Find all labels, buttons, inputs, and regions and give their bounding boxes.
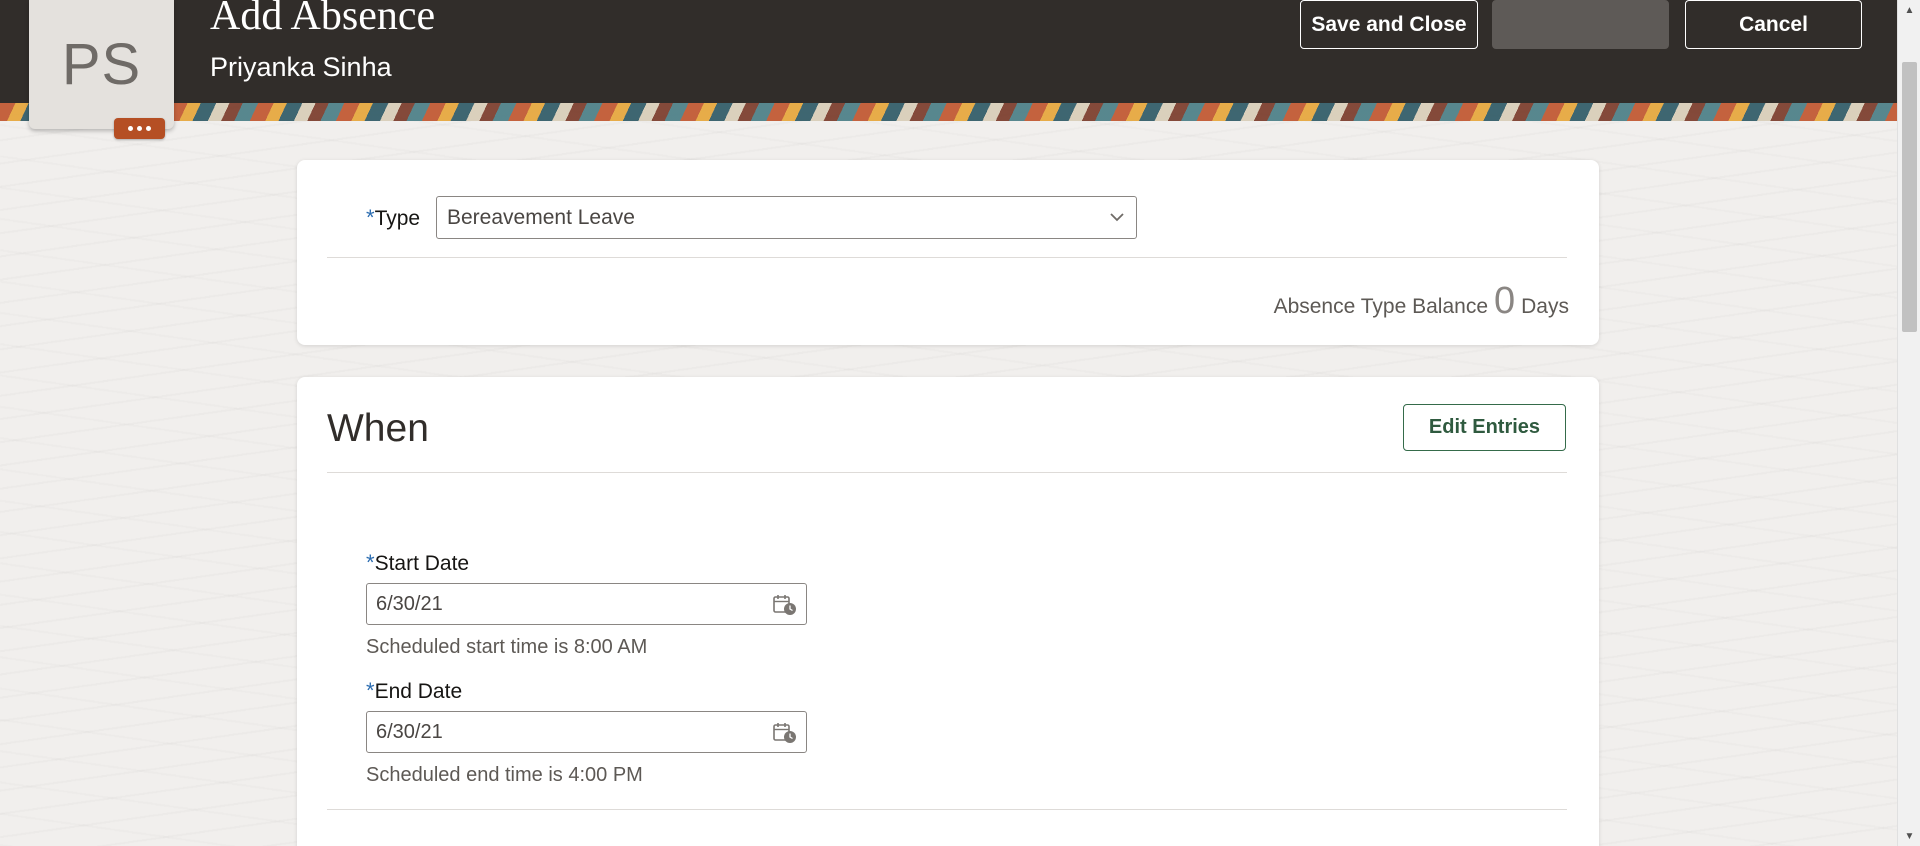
end-time-helper: Scheduled end time is 4:00 PM: [366, 764, 643, 786]
page-title: Add Absence: [210, 0, 436, 39]
scroll-down-arrow-icon[interactable]: ▼: [1898, 826, 1920, 846]
start-date-input[interactable]: 6/30/21: [366, 583, 807, 625]
absence-type-card: *Type Bereavement Leave Absence Type Bal…: [297, 160, 1599, 345]
section-title: When: [327, 407, 429, 450]
end-date-input[interactable]: 6/30/21: [366, 711, 807, 753]
decorative-banner: [0, 103, 1897, 121]
balance-label: Absence Type Balance: [1273, 295, 1488, 318]
chevron-down-icon: [1110, 213, 1124, 222]
start-date-value: 6/30/21: [376, 592, 443, 615]
absence-type-value: Bereavement Leave: [447, 205, 635, 229]
divider: [327, 809, 1567, 810]
when-card: When Edit Entries *Start Date 6/30/21 Sc…: [297, 377, 1599, 846]
cancel-button[interactable]: Cancel: [1685, 0, 1862, 49]
balance-unit: Days: [1521, 295, 1569, 318]
edit-entries-button[interactable]: Edit Entries: [1403, 404, 1566, 451]
divider: [327, 257, 1567, 258]
absence-type-balance: Absence Type Balance 0 Days: [1274, 280, 1569, 323]
calendar-icon[interactable]: [772, 721, 798, 745]
avatar-initials: PS: [61, 32, 142, 97]
scroll-up-arrow-icon[interactable]: ▲: [1898, 0, 1920, 20]
scroll-thumb[interactable]: [1902, 62, 1917, 332]
vertical-scrollbar[interactable]: ▲ ▼: [1897, 0, 1920, 846]
start-date-label: *Start Date: [366, 550, 470, 575]
avatar: PS: [29, 0, 174, 129]
required-indicator: *: [366, 550, 375, 575]
required-indicator: *: [366, 678, 375, 703]
required-indicator: *: [366, 205, 375, 230]
page-header: Add Absence Priyanka Sinha Save and Clos…: [0, 0, 1897, 103]
balance-value: 0: [1494, 280, 1516, 322]
ellipsis-icon[interactable]: [114, 118, 165, 139]
calendar-icon[interactable]: [772, 593, 798, 617]
divider: [327, 472, 1567, 473]
start-time-helper: Scheduled start time is 8:00 AM: [366, 636, 648, 658]
end-date-value: 6/30/21: [376, 720, 443, 743]
end-date-label: *End Date: [366, 678, 463, 703]
absence-type-select[interactable]: Bereavement Leave: [436, 196, 1137, 239]
save-and-close-button[interactable]: Save and Close: [1300, 0, 1478, 49]
disabled-header-button: [1492, 0, 1669, 49]
person-name: Priyanka Sinha: [210, 52, 392, 82]
type-label: *Type: [366, 205, 421, 230]
